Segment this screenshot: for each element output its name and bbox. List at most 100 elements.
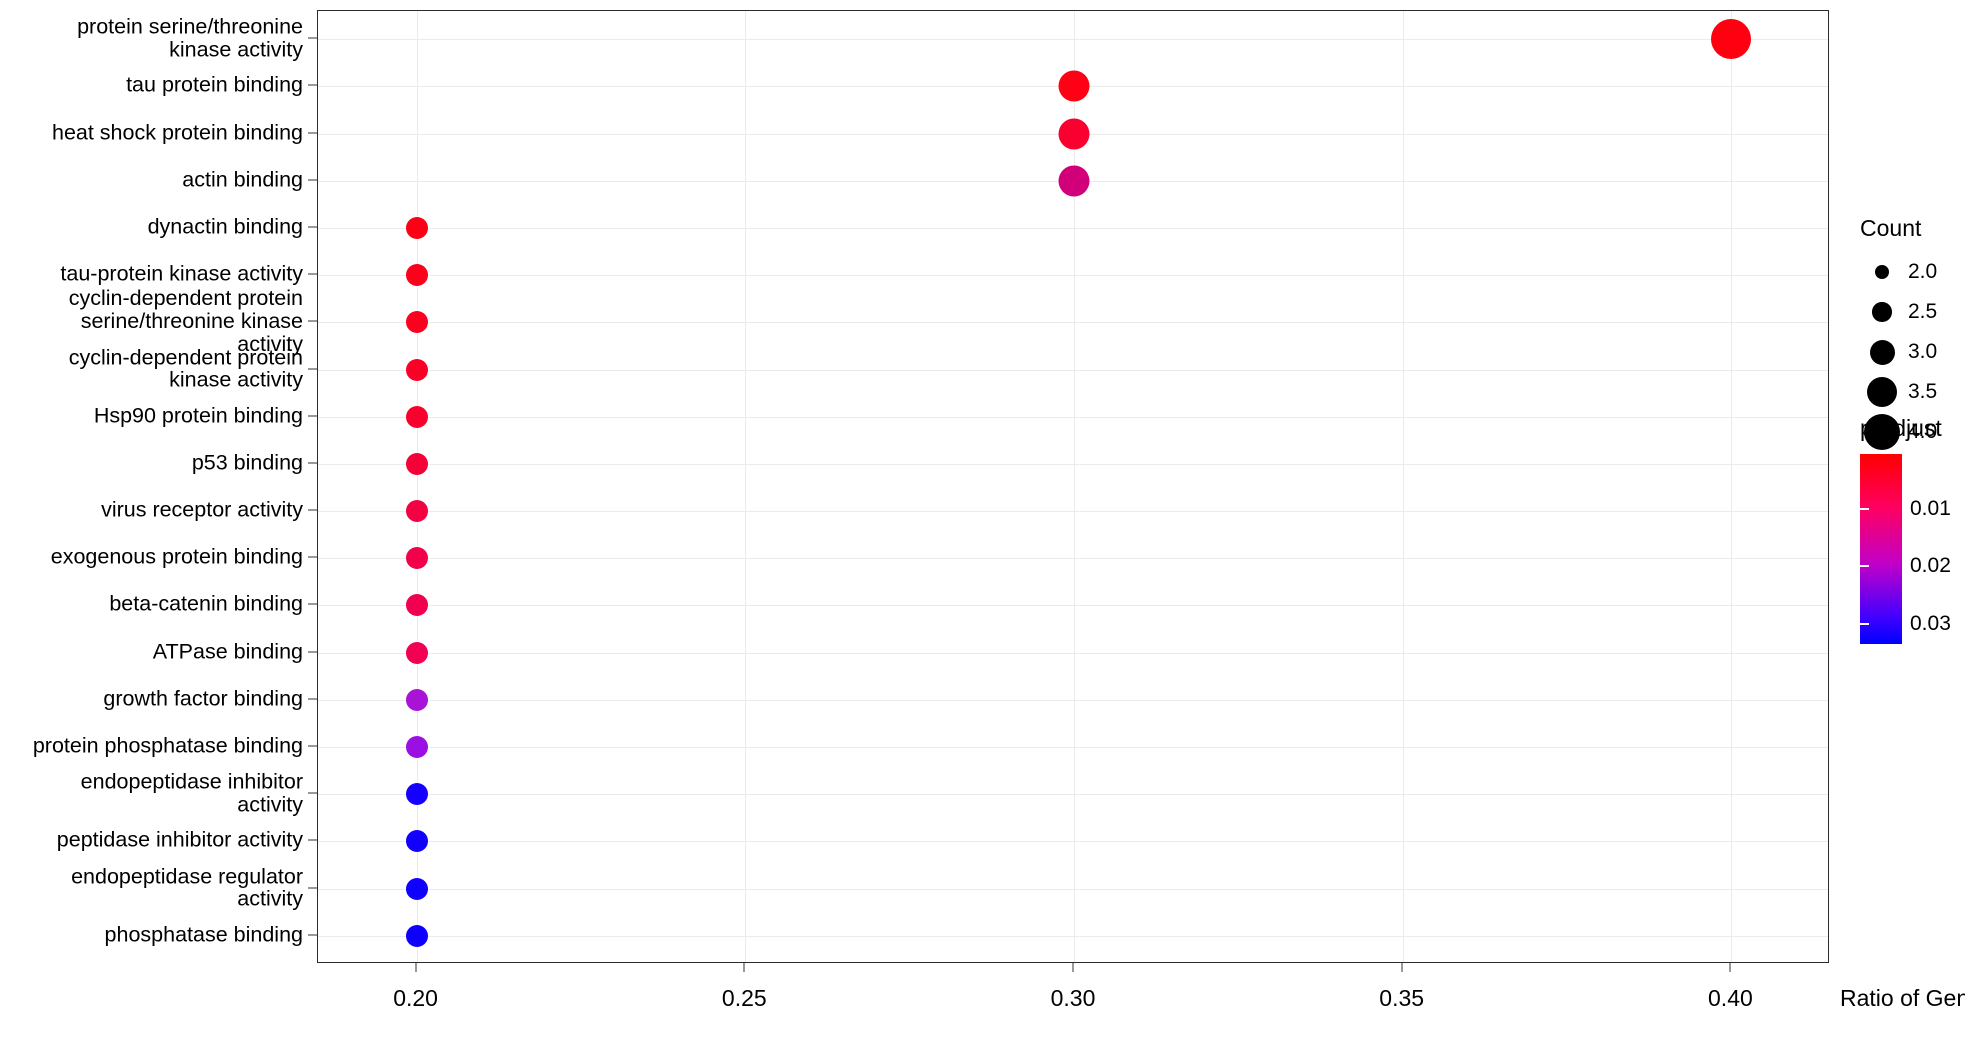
y-axis-label: endopeptidase regulator activity — [71, 863, 303, 911]
y-axis-label: dynactin binding — [147, 214, 303, 239]
colorbar-wrap: 0.01 0.02 0.03 — [1860, 454, 1965, 644]
data-point[interactable] — [1058, 165, 1090, 197]
gridline-y — [318, 275, 1828, 277]
y-axis-label: cyclin-dependent protein kinase activity — [68, 344, 303, 392]
y-axis-label: endopeptidase inhibitor activity — [80, 769, 303, 817]
gridline-y — [318, 39, 1828, 41]
y-axis-tick — [308, 415, 317, 417]
x-axis-tick — [415, 963, 417, 972]
count-legend-label: 2.5 — [1908, 300, 1938, 323]
x-axis-tick — [1072, 963, 1074, 972]
y-axis-label: virus receptor activity — [101, 497, 303, 522]
y-axis-label: Hsp90 protein binding — [93, 403, 303, 428]
y-axis-label: beta-catenin binding — [109, 592, 303, 617]
data-point[interactable] — [405, 641, 428, 664]
data-point[interactable] — [405, 358, 428, 381]
y-axis-tick — [308, 273, 317, 275]
data-point[interactable] — [405, 500, 428, 523]
data-point[interactable] — [405, 594, 428, 617]
y-axis-tick — [308, 698, 317, 700]
count-legend-item: 3.5 — [1860, 372, 1965, 412]
colorbar-tick-mark — [1860, 565, 1869, 568]
colorbar — [1860, 454, 1902, 644]
data-point[interactable] — [405, 735, 428, 758]
gridline-y — [318, 794, 1828, 796]
x-axis-title: Ratio of Gene — [1840, 985, 1965, 1011]
data-point[interactable] — [1058, 70, 1090, 102]
data-point[interactable] — [405, 217, 428, 240]
count-legend-label: 3.5 — [1908, 380, 1938, 403]
gridline-x-0.25 — [745, 11, 747, 962]
data-point[interactable] — [405, 830, 428, 853]
data-point[interactable] — [405, 264, 428, 287]
data-point[interactable] — [405, 547, 428, 570]
y-axis-tick — [308, 934, 317, 936]
gridline-y — [318, 558, 1828, 560]
count-legend-swatch-box — [1860, 265, 1904, 279]
gridline-y — [318, 746, 1828, 748]
x-axis-tick-label: 0.30 — [1050, 985, 1096, 1011]
y-axis-tick — [308, 368, 317, 370]
gridline-y — [318, 935, 1828, 937]
gridline-y — [318, 888, 1828, 890]
x-axis-tick — [1729, 963, 1731, 972]
gridline-y — [318, 322, 1828, 324]
y-axis-tick — [308, 651, 317, 653]
y-axis-tick — [308, 37, 317, 39]
y-axis-label: actin binding — [182, 167, 303, 192]
data-point[interactable] — [405, 877, 428, 900]
colorbar-tick-label: 0.02 — [1910, 554, 1951, 578]
gridline-y — [318, 841, 1828, 843]
y-axis-label: heat shock protein binding — [51, 120, 303, 145]
x-axis-tick — [743, 963, 745, 972]
y-axis-labels: protein serine/threonine kinase activity… — [0, 0, 303, 1050]
x-axis-tick-label: 0.40 — [1708, 985, 1753, 1011]
y-axis-label: tau-protein kinase activity — [60, 261, 303, 286]
data-point[interactable] — [405, 688, 428, 711]
y-axis-tick — [308, 462, 317, 464]
count-legend-label: 2.0 — [1908, 260, 1938, 283]
gridline-y — [318, 699, 1828, 701]
data-point[interactable] — [405, 924, 428, 947]
y-axis-tick — [308, 792, 317, 794]
colorbar-tick-label: 0.03 — [1910, 611, 1951, 635]
data-point[interactable] — [405, 311, 428, 334]
data-point[interactable] — [405, 405, 428, 428]
y-axis-label: growth factor binding — [103, 686, 303, 711]
data-point[interactable] — [405, 783, 428, 806]
data-point[interactable] — [1058, 118, 1090, 150]
y-axis-tick — [308, 887, 317, 888]
data-point[interactable] — [1711, 19, 1752, 60]
y-axis-tick — [308, 226, 317, 228]
y-axis-tick — [308, 320, 317, 322]
gridline-y — [318, 369, 1828, 371]
y-axis-label: exogenous protein binding — [50, 544, 303, 569]
gridline-y — [318, 652, 1828, 654]
gridline-y — [318, 463, 1828, 465]
y-axis-label: p53 binding — [191, 450, 303, 475]
count-legend-title: Count — [1860, 215, 1922, 241]
count-legend-dot — [1866, 376, 1898, 408]
padjust-legend: p-adjust 0.01 0.02 0.03 — [1860, 415, 1965, 644]
gridline-x-0.35 — [1402, 11, 1404, 962]
count-legend-item: 2.0 — [1860, 252, 1965, 292]
y-axis-label: tau protein binding — [126, 73, 303, 98]
colorbar-tick-mark — [1956, 565, 1965, 568]
dotplot-figure: protein serine/threonine kinase activity… — [0, 0, 1965, 1050]
y-axis-tick — [308, 132, 317, 134]
count-legend-swatch-box — [1860, 376, 1904, 408]
y-axis-tick — [308, 839, 317, 841]
y-axis-label: protein serine/threonine kinase activity — [77, 14, 303, 62]
y-axis-tick — [308, 509, 317, 511]
count-legend-label: 3.0 — [1908, 340, 1938, 363]
colorbar-tick-mark — [1860, 622, 1869, 625]
y-axis-tick — [308, 603, 317, 605]
y-axis-label: ATPase binding — [152, 639, 303, 664]
y-axis-label: protein phosphatase binding — [32, 733, 303, 758]
count-legend-dot — [1875, 265, 1889, 279]
plot-panel — [317, 10, 1829, 963]
gridline-x-0.30 — [1074, 11, 1075, 962]
count-legend-dot — [1869, 339, 1895, 365]
y-axis-tick — [308, 745, 317, 747]
data-point[interactable] — [405, 452, 428, 475]
